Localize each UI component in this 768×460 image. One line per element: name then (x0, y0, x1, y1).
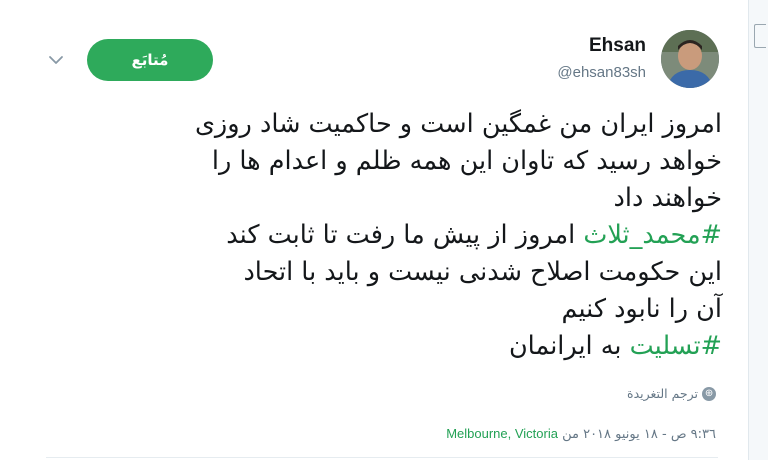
globe-icon: ⊕ (702, 386, 716, 401)
tweet-text-segment: خواهند داد (613, 183, 722, 213)
tweet-text-segment: امروز ایران من غمگین است و حاکمیت شاد رو… (194, 109, 722, 139)
tweet-text-line: آن را نابود کنیم (28, 291, 722, 328)
tweet-text-segment: آن را نابود کنیم (561, 294, 722, 324)
tweet-text-line: این حکومت اصلاح شدنی نیست و باید با اتحا… (28, 254, 722, 291)
tweet-metadata: ٩:٣٦ ص - ١٨ يونيو ٢٠١٨ من Melbourne, Vic… (446, 426, 716, 442)
tweet-text-line: #تسلیت به ایرانمان (28, 328, 722, 365)
tweet-text-segment: به ایرانمان (508, 331, 630, 361)
user-display-name[interactable]: Ehsan (589, 35, 646, 57)
avatar-image (661, 30, 719, 88)
translate-tweet-link[interactable]: ⊕ ترجم التغريدة (627, 386, 716, 401)
tweet-text: امروز ایران من غمگین است و حاکمیت شاد رو… (28, 106, 722, 365)
hashtag-link[interactable]: #محمد_ثلاث (583, 220, 722, 250)
tweet-timestamp[interactable]: ٩:٣٦ ص - ١٨ يونيو ٢٠١٨ من (558, 427, 716, 442)
tweet-card: Ehsan @ehsan83sh مُتابَع امروز ایران من … (0, 0, 768, 460)
scroll-cap (754, 24, 766, 48)
translate-label: ترجم التغريدة (627, 386, 698, 401)
tweet-text-line: خواهند داد (28, 180, 722, 217)
tweet-text-line: خواهد رسید که تاوان این همه ظلم و اعدام … (28, 143, 722, 180)
chevron-down-icon[interactable] (46, 52, 66, 68)
tweet-text-line: #محمد_ثلاث امروز از پیش ما رفت تا ثابت ک… (28, 217, 722, 254)
hashtag-link[interactable]: #تسلیت (630, 331, 722, 361)
avatar[interactable] (661, 30, 719, 88)
tweet-text-segment: خواهد رسید که تاوان این همه ظلم و اعدام … (211, 146, 722, 176)
following-button[interactable]: مُتابَع (87, 39, 213, 81)
window-edge-strip (748, 0, 768, 460)
tweet-text-line: امروز ایران من غمگین است و حاکمیت شاد رو… (28, 106, 722, 143)
user-handle[interactable]: @ehsan83sh (557, 64, 646, 81)
divider (46, 457, 718, 458)
tweet-text-segment: امروز از پیش ما رفت تا ثابت کند (226, 220, 584, 250)
tweet-location[interactable]: Melbourne, Victoria (446, 426, 558, 441)
tweet-text-segment: این حکومت اصلاح شدنی نیست و باید با اتحا… (243, 257, 722, 287)
